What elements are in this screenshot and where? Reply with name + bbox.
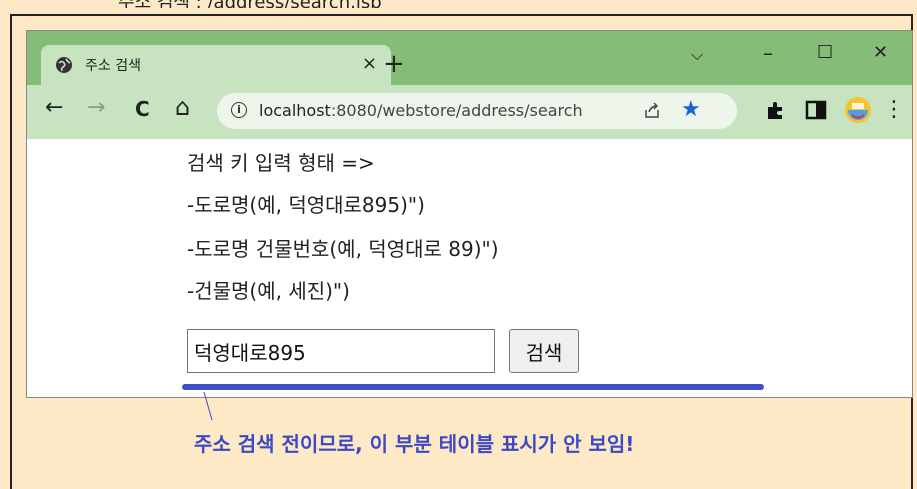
annotation-note: 주소 검색 전이므로, 이 부분 테이블 표시가 안 보임! <box>194 432 635 456</box>
annotation-pointer-line <box>203 391 213 421</box>
